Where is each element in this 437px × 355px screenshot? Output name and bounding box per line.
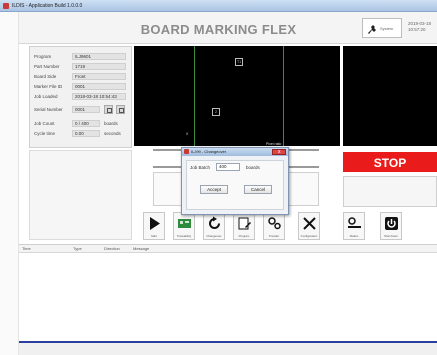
stop-button-label: STOP: [373, 156, 407, 170]
left-strip: [0, 12, 19, 355]
dialog-title: ILJ99 - Changeover: [191, 149, 227, 154]
info-row-program: Program ILJ9601: [34, 53, 132, 61]
rotate-icon: [209, 216, 220, 229]
play-icon: [150, 217, 160, 230]
tools-icon: [303, 217, 316, 230]
start-button-label: Start: [151, 234, 157, 238]
info-row-job-count: Job Count 0 / 400 boards: [34, 120, 132, 128]
info-label: Serial Number: [34, 107, 63, 112]
program-button-label: Program: [238, 234, 250, 238]
log-header: Time Type Direction Message: [19, 245, 437, 253]
secondary-view: [343, 46, 437, 146]
serial-reset-button[interactable]: [116, 105, 125, 114]
stop-button[interactable]: STOP: [343, 152, 437, 172]
info-row-marker-file: Marker File ID 0001: [34, 83, 132, 91]
info-row-board-side: Board Side Front: [34, 73, 132, 81]
info-unit: seconds: [104, 131, 121, 136]
dialog-close-button[interactable]: [272, 149, 286, 155]
info-label: Program: [34, 54, 52, 59]
status-bar: [19, 343, 437, 355]
axis-label: X: [186, 132, 189, 136]
changeover-button[interactable]: Changeover: [203, 212, 225, 240]
gears-icon: [268, 217, 281, 230]
document-edit-icon: [238, 217, 251, 230]
info-label: Marker File ID: [34, 84, 63, 89]
job-info-panel: Program ILJ9601 Part Number 1719 Board S…: [29, 46, 132, 148]
column-header-time[interactable]: Time: [22, 246, 31, 251]
station-button-label: Station: [349, 234, 359, 238]
station-button[interactable]: Station: [343, 212, 365, 240]
column-header-type[interactable]: Type: [73, 246, 82, 251]
accept-button[interactable]: Accept: [200, 185, 228, 194]
app-icon: [3, 3, 9, 9]
start-button[interactable]: Start: [143, 212, 165, 240]
info-label: Part Number: [34, 64, 60, 69]
transfer-button-label: Transfer: [268, 234, 280, 238]
configuration-button[interactable]: Configuration: [298, 212, 320, 240]
info-row-cycle-time: Cycle time 0.00 seconds: [34, 130, 132, 138]
fiducial-mark-mid: 2: [212, 108, 220, 116]
info-row-job-loaded: Job Loaded 2018-03-18 10:54:43: [34, 93, 132, 101]
circuit-board-icon: [178, 219, 191, 228]
program-button[interactable]: Program: [233, 212, 255, 240]
info-label: Job Loaded: [34, 94, 58, 99]
info-value: 2018-03-18 10:54:43: [72, 93, 126, 100]
power-icon: [385, 217, 398, 230]
info-row-part-number: Part Number 1719: [34, 63, 132, 71]
job-batch-input[interactable]: 400: [216, 163, 240, 171]
left-lower-panel: [29, 150, 132, 240]
traceability-button-label: Traceability: [176, 234, 192, 238]
shut-down-button[interactable]: Shut Down: [380, 212, 402, 240]
traceability-button[interactable]: Traceability: [173, 212, 195, 240]
info-value: 0.00: [72, 130, 100, 137]
dialog-app-icon: [184, 149, 189, 154]
system-button[interactable]: System: [362, 18, 402, 38]
system-button-label: System: [380, 26, 394, 31]
settings-icon: [348, 217, 361, 228]
serial-number-field[interactable]: 0001: [72, 106, 100, 113]
header: BOARD MARKING FLEX System 2018-03-18 10:…: [0, 12, 437, 44]
configuration-button-label: Configuration: [300, 234, 318, 238]
info-value: Front: [72, 73, 126, 80]
column-header-message[interactable]: Message: [133, 246, 149, 251]
info-label: Job Count: [34, 121, 55, 126]
info-value: ILJ9601: [72, 53, 126, 60]
datetime: 2018-03-18 10:57:20: [408, 21, 431, 33]
info-label: Cycle time: [34, 131, 56, 136]
info-label: Board Side: [34, 74, 57, 79]
info-row-serial-number: Serial Number 0001: [34, 105, 132, 114]
status-box: [343, 176, 437, 207]
shut-down-button-label: Shut Down: [384, 234, 398, 238]
camera-view[interactable]: T1 2 X Pixel ratio: [134, 46, 340, 146]
wrench-icon: [368, 25, 376, 34]
serial-edit-button[interactable]: [104, 105, 113, 114]
changeover-dialog: ILJ99 - Changeover Job Batch 400 boards …: [181, 147, 289, 215]
fiducial-mark-top: T1: [235, 58, 243, 66]
dialog-title-bar: ILJ99 - Changeover: [182, 148, 288, 156]
time-text: 10:57:20: [408, 27, 426, 32]
job-batch-unit: boards: [246, 165, 260, 170]
cancel-button[interactable]: Cancel: [244, 185, 272, 194]
window-title: ILDIS - Application Build 1.0.0.0: [12, 3, 83, 9]
column-header-direction[interactable]: Direction: [104, 246, 120, 251]
info-value: 0001: [72, 83, 126, 90]
pixel-ratio-label: Pixel ratio: [266, 142, 282, 146]
info-value: 0 / 400: [72, 120, 100, 127]
transfer-button[interactable]: Transfer: [263, 212, 285, 240]
info-value: 1719: [72, 63, 126, 70]
changeover-button-label: Changeover: [206, 234, 222, 238]
info-unit: boards: [104, 121, 118, 126]
window-title-bar: ILDIS - Application Build 1.0.0.0: [0, 0, 437, 12]
job-batch-label: Job Batch: [190, 165, 211, 170]
message-log[interactable]: Time Type Direction Message: [19, 244, 437, 344]
